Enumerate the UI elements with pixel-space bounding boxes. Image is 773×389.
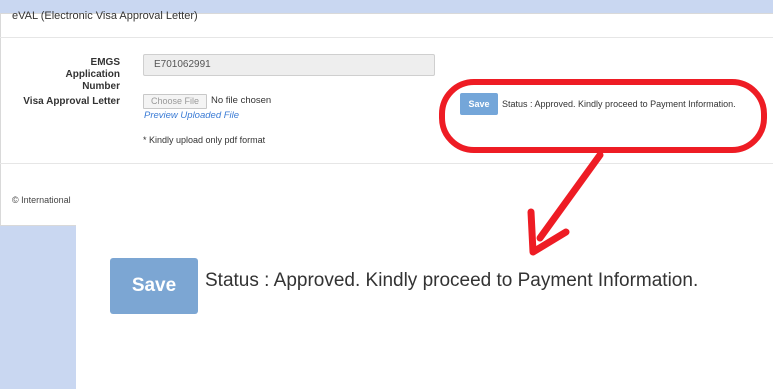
highlight-rounded-rectangle [439, 79, 767, 153]
arrow-shaft [536, 151, 604, 242]
annotation-overlay [439, 79, 767, 256]
